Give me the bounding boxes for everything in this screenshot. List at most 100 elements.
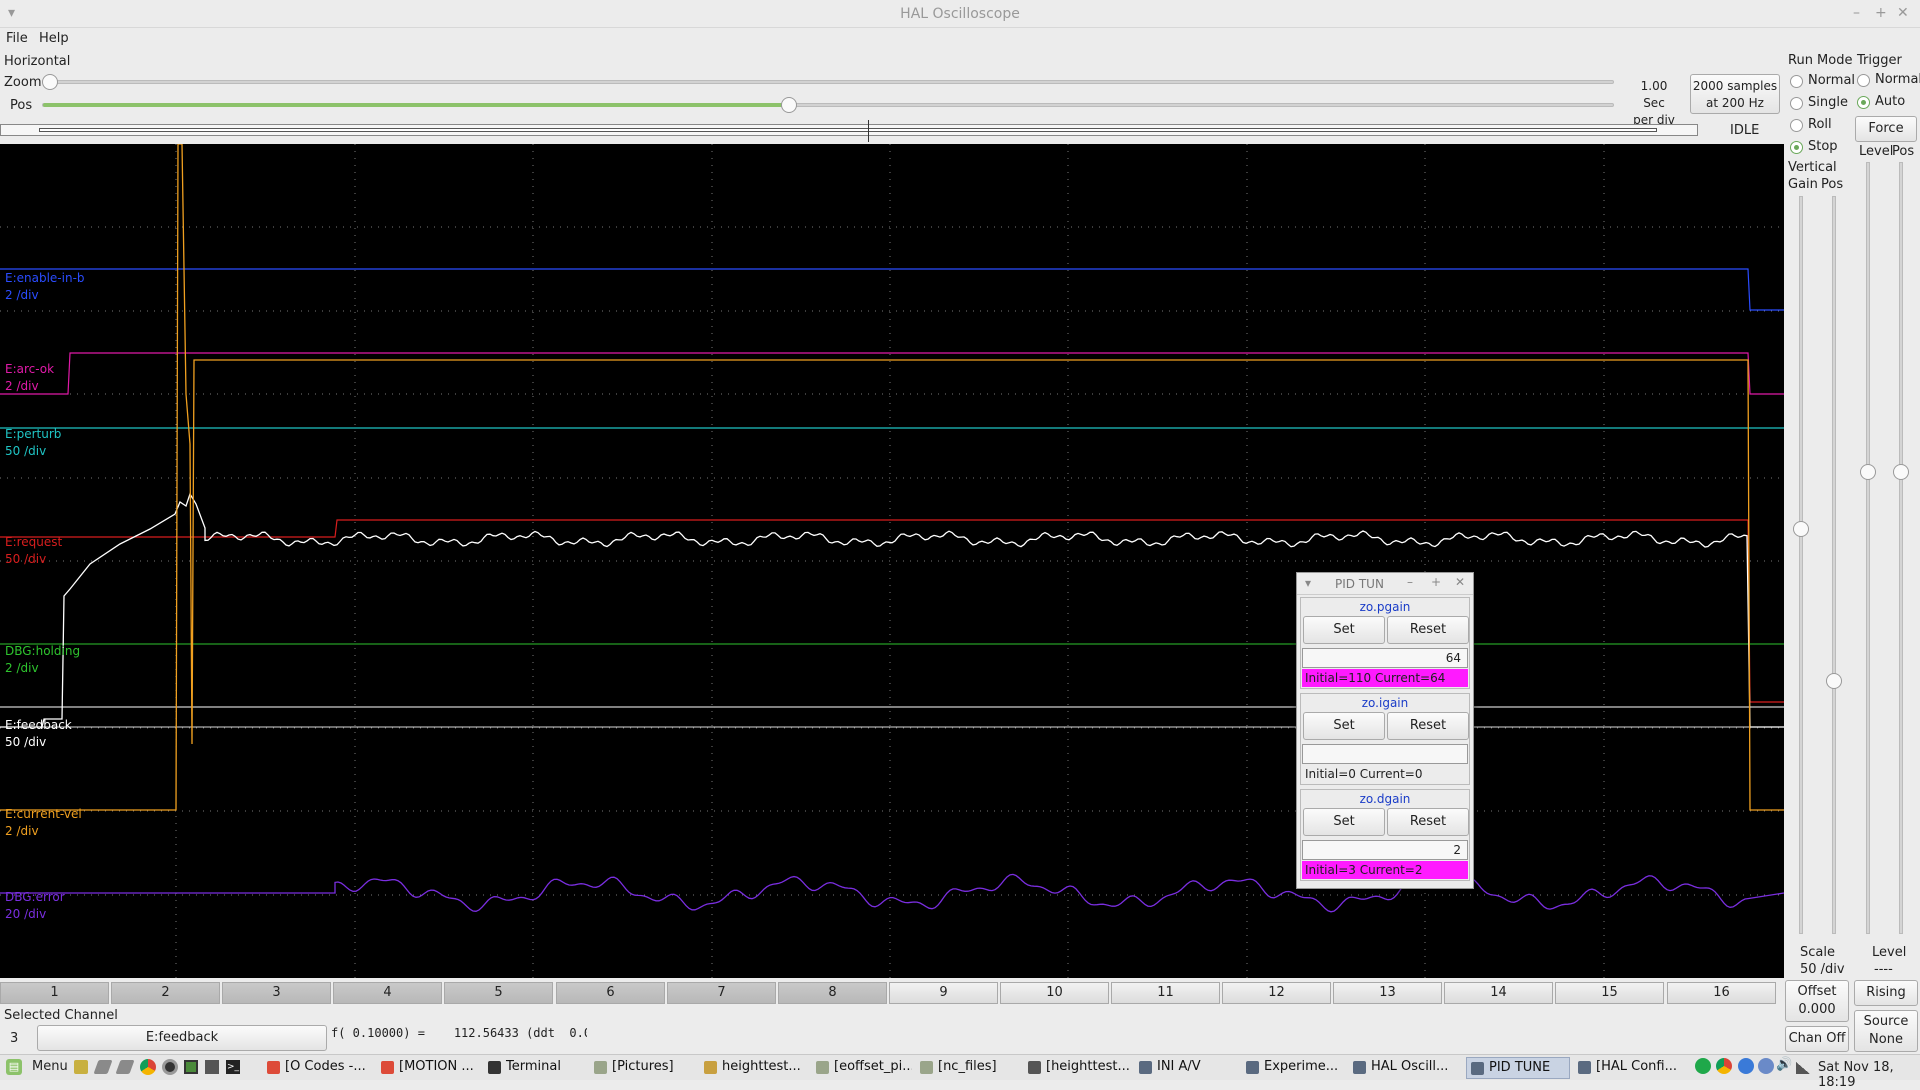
channel-button-9[interactable]: 9 [889,982,998,1004]
show-desktop-icon[interactable] [205,1060,219,1074]
channel-button-1[interactable]: 1 [0,982,109,1004]
chan-off-button[interactable]: Chan Off [1785,1026,1849,1052]
file-manager-icon[interactable] [74,1060,88,1074]
pid-set-button[interactable]: Set [1303,808,1385,836]
taskbar-item-label: Terminal [506,1059,561,1074]
channel-button-2[interactable]: 2 [111,982,220,1004]
run-single-radio[interactable] [1790,97,1803,110]
menu-help[interactable]: Help [39,31,69,46]
taskbar-item[interactable]: [eoffset_pi... [812,1057,912,1079]
taskbar-item[interactable]: PID TUNE [1466,1057,1570,1079]
channel-button-5[interactable]: 5 [444,982,553,1004]
pid-value-input[interactable] [1302,744,1468,764]
pid-set-button[interactable]: Set [1303,616,1385,644]
taskbar-item[interactable]: HAL Oscill... [1349,1057,1462,1079]
force-button[interactable]: Force [1855,116,1917,142]
channel-button-6[interactable]: 6 [556,982,665,1004]
maximize-icon[interactable]: + [1875,5,1887,21]
zoom-slider[interactable] [42,80,1614,84]
network-tray-icon[interactable] [1695,1058,1711,1074]
update-tray-icon[interactable] [1738,1058,1754,1074]
minimize-icon[interactable]: – [1853,5,1860,21]
channel-button-14[interactable]: 14 [1444,982,1553,1004]
media-icon[interactable] [162,1059,178,1075]
trigger-auto-radio[interactable] [1857,96,1870,109]
taskbar-item[interactable]: Terminal [484,1057,586,1079]
pid-reset-button[interactable]: Reset [1387,616,1469,644]
record-position-bar[interactable] [0,124,1698,136]
samples-button[interactable]: 2000 samples at 200 Hz [1690,74,1780,114]
shield-tray-icon[interactable] [1758,1058,1774,1074]
taskbar-item[interactable]: [HAL Confi... [1574,1057,1686,1079]
trigger-pos-slider[interactable] [1899,162,1903,934]
chrome-tray-icon[interactable] [1716,1058,1732,1074]
vertical-pos-slider[interactable] [1832,196,1836,934]
taskbar-item[interactable]: [O Codes -... [263,1057,373,1079]
rising-button[interactable]: Rising [1854,980,1918,1006]
trigger-pos-handle[interactable] [1893,464,1909,481]
source-button[interactable]: Source None [1854,1010,1918,1052]
pid-reset-button[interactable]: Reset [1387,808,1469,836]
run-roll-radio[interactable] [1790,119,1803,132]
taskbar-item[interactable]: [MOTION ... [377,1057,480,1079]
channel-button-8[interactable]: 8 [778,982,887,1004]
close-icon[interactable]: ✕ [1897,5,1909,21]
taskbar-item[interactable]: INI A/V [1135,1057,1238,1079]
taskbar-item[interactable]: [Pictures] [590,1057,696,1079]
vertical-gain-slider[interactable] [1799,196,1803,934]
channel-name: DBG:holding [5,644,81,658]
menu-start-icon[interactable]: ▤ [6,1059,22,1075]
rate-value: 1.00 Sec [1640,79,1668,110]
taskbar-item[interactable]: [heighttest... [1024,1057,1131,1079]
pid-menu-icon[interactable]: ▾ [1305,576,1311,590]
start-menu-label[interactable]: Menu [32,1059,68,1074]
shell-icon[interactable]: >_ [226,1060,240,1074]
channel-button-11[interactable]: 11 [1111,982,1220,1004]
channel-button-4[interactable]: 4 [333,982,442,1004]
taskbar-item[interactable]: [nc_files] [916,1057,1020,1079]
channel-button-15[interactable]: 15 [1555,982,1664,1004]
channel-button-10[interactable]: 10 [1000,982,1109,1004]
run-stop-radio[interactable] [1790,141,1803,154]
channel-button-12[interactable]: 12 [1222,982,1331,1004]
volume-icon[interactable]: 🔊 [1776,1057,1792,1072]
app-icon [1471,1062,1484,1075]
selected-channel-button[interactable]: E:feedback [37,1025,327,1051]
pid-value-input[interactable]: 2 [1302,840,1468,860]
pid-reset-button[interactable]: Reset [1387,712,1469,740]
run-normal-label: Normal [1808,73,1856,88]
channel-button-13[interactable]: 13 [1333,982,1442,1004]
clock[interactable]: Sat Nov 18, 18:19 [1818,1060,1920,1090]
app-icon [594,1061,607,1074]
channel-button-7[interactable]: 7 [667,982,776,1004]
trigger-normal-radio[interactable] [1857,74,1870,87]
run-normal-radio[interactable] [1790,75,1803,88]
tool-icon[interactable] [115,1060,135,1074]
signal-icon[interactable] [1796,1062,1810,1074]
scope-display[interactable]: E:enable-in-b 2 /div E:arc-ok 2 /div E:pertu… [0,144,1784,978]
pos-slider[interactable] [42,103,1614,107]
samples-count: 2000 samples [1692,79,1778,93]
chrome-icon[interactable] [140,1059,156,1075]
trace-current-vel [0,144,1784,811]
channel-button-16[interactable]: 16 [1667,982,1776,1004]
pid-set-button[interactable]: Set [1303,712,1385,740]
pos-slider-handle[interactable] [781,97,798,113]
trigger-level-handle[interactable] [1860,464,1876,481]
pid-close-icon[interactable]: ✕ [1455,575,1465,589]
vertical-pos-handle[interactable] [1826,672,1842,689]
terminal-launcher-icon[interactable] [184,1060,198,1074]
offset-button[interactable]: Offset 0.000 [1785,980,1849,1022]
pid-value-input[interactable]: 64 [1302,648,1468,668]
vertical-gain-handle[interactable] [1793,520,1809,537]
taskbar-item[interactable]: heighttest... [700,1057,808,1079]
pid-minimize-icon[interactable]: – [1407,575,1413,589]
pid-tune-window: ▾ PID TUN – + ✕ zo.pgain Set Reset 64 Initia… [1296,572,1474,889]
editor-icon[interactable] [93,1060,113,1074]
pid-maximize-icon[interactable]: + [1431,575,1441,589]
menu-file[interactable]: File [6,31,28,46]
channel-button-3[interactable]: 3 [222,982,331,1004]
trigger-level-slider[interactable] [1866,162,1870,934]
taskbar-item[interactable]: Experime... [1242,1057,1345,1079]
zoom-slider-handle[interactable] [42,74,58,90]
